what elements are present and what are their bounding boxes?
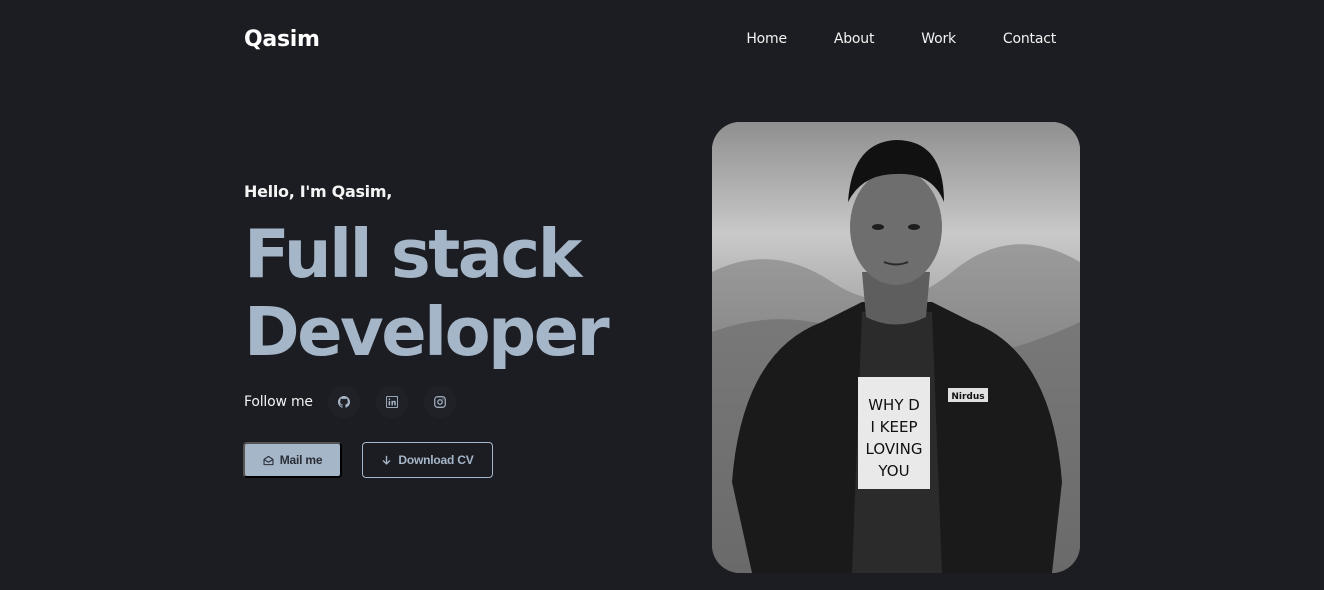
hero-actions: Mail me Download CV [243,442,493,478]
follow-label: Follow me [244,394,313,410]
nav-home[interactable]: Home [746,31,787,47]
nav-work[interactable]: Work [921,31,956,47]
linkedin-link[interactable] [375,386,408,418]
download-cv-button[interactable]: Download CV [362,442,493,478]
mail-me-button[interactable]: Mail me [243,442,342,478]
hero-intro: Hello, I'm Qasim, Full stack Developer [244,182,610,371]
headline-line-2: Developer [244,293,610,371]
instagram-link[interactable] [423,386,456,418]
nav-about[interactable]: About [834,31,875,47]
follow-row: Follow me [244,386,472,418]
nav-contact[interactable]: Contact [1003,31,1056,47]
github-icon [337,396,350,408]
download-cv-label: Download CV [398,453,474,467]
mail-me-label: Mail me [279,453,323,467]
shirt-text-3: LOVING [866,440,923,458]
linkedin-icon [385,396,398,408]
main-nav: Home About Work Contact [699,31,1056,47]
profile-photo: WHY D I KEEP LOVING YOU Nirdus [712,122,1080,573]
jacket-badge: Nirdus [951,392,984,402]
headline-line-1: Full stack [244,215,582,293]
envelope-open-icon [263,455,274,465]
site-logo[interactable]: Qasim [244,27,320,52]
shirt-text-1: WHY D [868,396,920,414]
hero-headline: Full stack Developer [244,215,610,371]
shirt-text-4: YOU [877,462,909,480]
instagram-icon [433,396,446,408]
profile-photo-illustration: WHY D I KEEP LOVING YOU Nirdus [712,122,1080,573]
hero-greeting: Hello, I'm Qasim, [244,182,393,201]
github-link[interactable] [327,386,360,418]
arrow-down-icon [383,455,391,465]
shirt-text-2: I KEEP [870,418,917,436]
